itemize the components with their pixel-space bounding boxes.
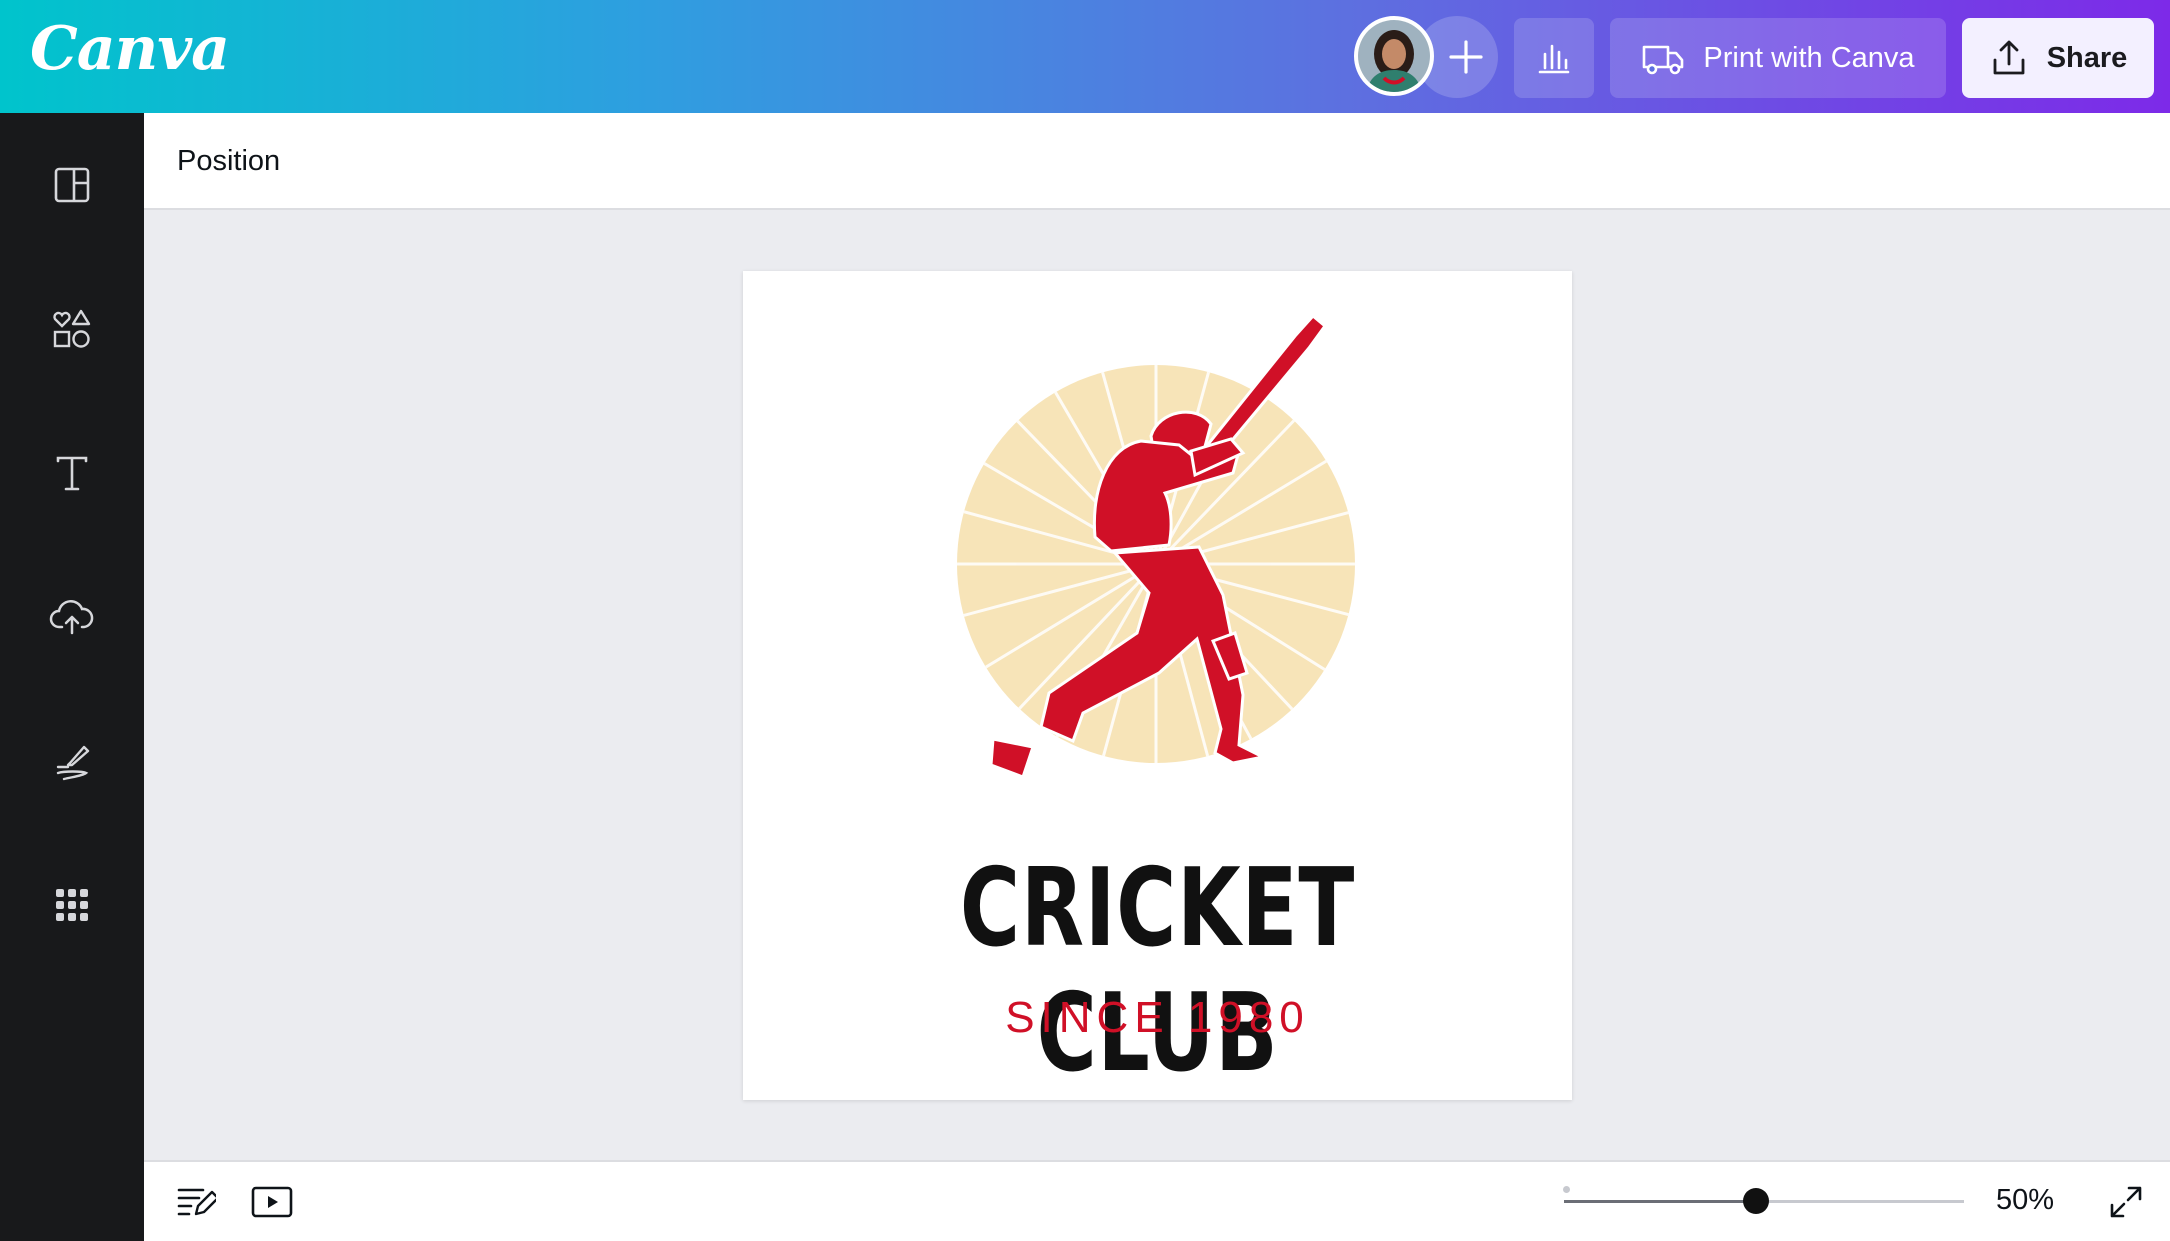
avatar-photo-icon [1358,20,1430,92]
text-icon [56,456,88,491]
position-button[interactable]: Position [177,145,280,178]
zoom-min-marker [1563,1186,1570,1193]
print-with-canva-button[interactable]: Print with Canva [1610,18,1946,98]
sidebar-item-uploads[interactable] [36,581,108,653]
insights-button[interactable] [1514,18,1594,98]
upload-share-icon [1993,40,2025,75]
bar-chart-icon [1538,44,1570,74]
context-toolbar: Position [144,113,2170,210]
top-bar: Canva Print with Canva Share [0,0,2170,113]
sidebar-item-text[interactable] [36,437,108,509]
design-page[interactable]: CRICKET CLUB SINCE 1980 [743,271,1572,1100]
upload-cloud-icon [49,600,94,635]
play-icon [251,1186,293,1218]
elements-icon [53,309,91,348]
sidebar-item-templates[interactable] [36,149,108,221]
sidebar-item-elements[interactable] [36,293,108,365]
draw-icon [56,745,90,781]
design-subtitle-text[interactable]: SINCE 1980 [743,993,1572,1043]
notes-icon [177,1188,216,1216]
zoom-slider[interactable] [1564,1188,1964,1214]
bottom-bar: 50% [144,1160,2170,1241]
zoom-slider-thumb[interactable] [1743,1188,1769,1214]
apps-grid-icon [56,889,88,921]
sidebar-item-draw[interactable] [36,725,108,797]
expand-icon [2110,1186,2142,1218]
notes-button[interactable] [174,1180,218,1224]
share-button[interactable]: Share [1962,18,2154,98]
plus-icon [1449,40,1483,74]
share-label: Share [2046,41,2128,74]
truck-icon [1643,45,1684,75]
design-title-text[interactable]: CRICKET CLUB [842,846,1472,1096]
present-button[interactable] [250,1180,294,1224]
canva-logo[interactable]: Canva [30,14,230,84]
side-panel [0,113,144,1241]
layout-icon [54,167,90,203]
zoom-percentage[interactable]: 50% [1996,1184,2054,1217]
user-avatar[interactable] [1354,16,1434,96]
sidebar-item-apps[interactable] [36,869,108,941]
zoom-slider-fill [1564,1200,1756,1203]
fullscreen-button[interactable] [2104,1180,2148,1224]
print-with-canva-label: Print with Canva [1703,41,1915,74]
